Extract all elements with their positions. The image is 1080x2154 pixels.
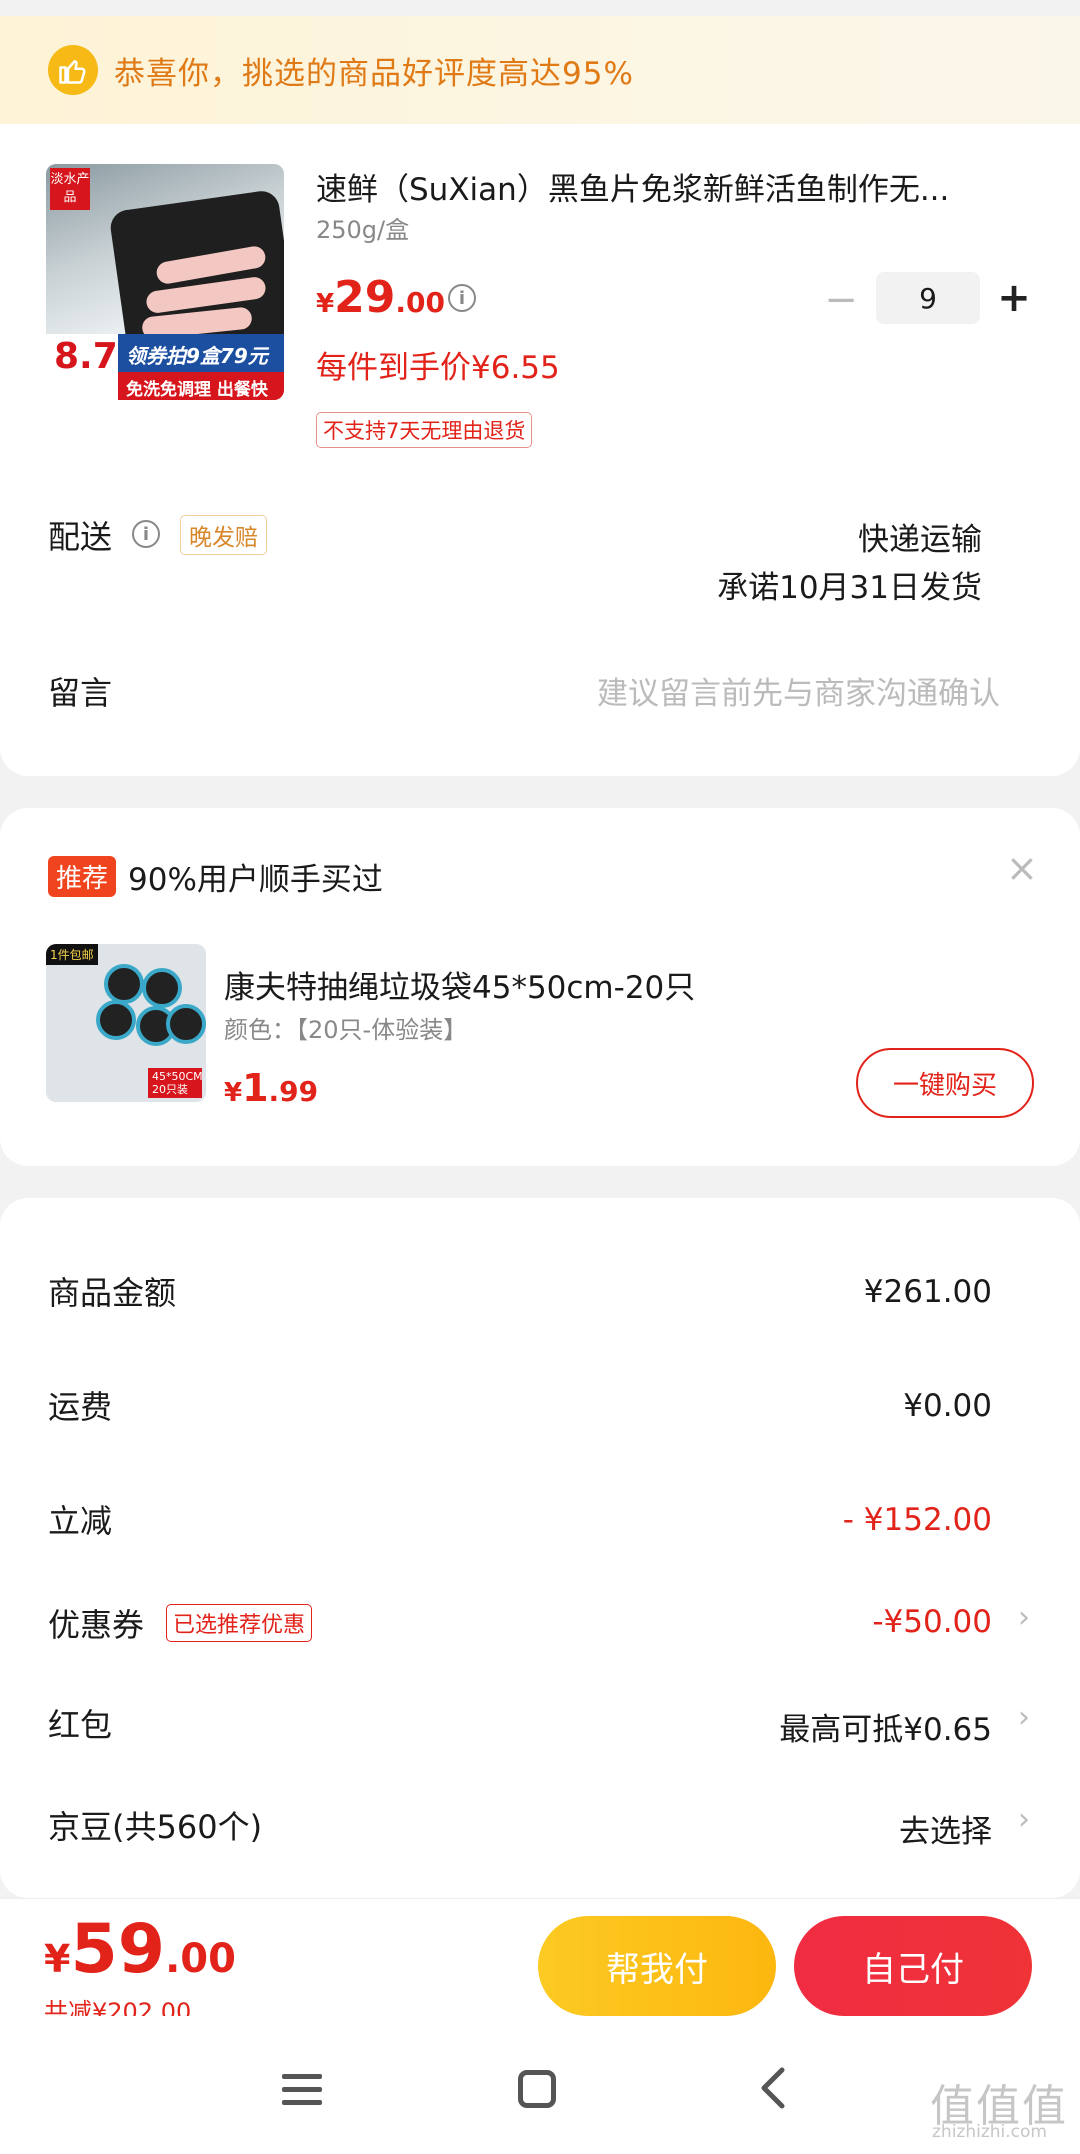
coupon-value[interactable]: -¥50.00 <box>872 1604 992 1640</box>
late-compensation-badge: 晚发赔 <box>180 515 267 555</box>
banner-text: 恭喜你，挑选的商品好评度高达95% <box>114 55 634 92</box>
recommend-tag: 推荐 <box>48 856 117 897</box>
back-icon[interactable] <box>758 2066 786 2110</box>
recommend-product-image[interactable]: 1件包邮 45*50CM 20只装 <box>46 944 206 1102</box>
image-promo-strip: 8.77 领券拍9盒79元 免洗免调理 出餐快捷 <box>46 334 284 400</box>
image-promo-line1: 领券拍9盒79元 <box>118 334 284 372</box>
red-packet-label: 红包 <box>48 1706 113 1744</box>
menu-icon[interactable] <box>282 2074 322 2110</box>
info-icon[interactable]: i <box>448 284 476 312</box>
pay-myself-button[interactable]: 自己付 <box>794 1916 1032 2016</box>
trash-bag-roll-graphic <box>104 964 144 1004</box>
quantity-increase-button[interactable]: + <box>994 275 1034 321</box>
jd-beans-label: 京豆(共560个) <box>48 1808 263 1846</box>
message-input[interactable]: 建议留言前先与商家沟通确认 <box>597 668 1000 713</box>
coupon-recommended-badge: 已选推荐优惠 <box>166 1604 313 1642</box>
quantity-input[interactable]: 9 <box>876 272 980 324</box>
trash-bag-roll-graphic <box>96 1000 136 1040</box>
chevron-right-icon[interactable]: › <box>1018 1600 1030 1635</box>
recommend-product-name[interactable]: 康夫特抽绳垃圾袋45*50cm-20只 <box>224 962 695 1007</box>
red-packet-value[interactable]: 最高可抵¥0.65 <box>779 1704 992 1749</box>
delivery-label: 配送 <box>48 518 113 556</box>
coupon-label: 优惠券 <box>48 1606 145 1644</box>
thumbs-up-icon <box>48 45 98 95</box>
home-icon[interactable] <box>518 2070 556 2108</box>
goods-amount-value: ¥261.00 <box>863 1274 992 1310</box>
delivery-method[interactable]: 快递运输 <box>858 514 982 559</box>
image-promo-line2: 免洗免调理 出餐快捷 <box>118 372 284 400</box>
delivery-promise: 承诺10月31日发货 <box>717 570 982 606</box>
goods-amount-label: 商品金额 <box>48 1274 177 1312</box>
product-spec: 250g/盒 <box>316 216 410 244</box>
chevron-right-icon[interactable]: › <box>1018 1700 1030 1735</box>
product-price: ¥ 29 .00 <box>316 272 445 323</box>
total-price: ¥ 59 .00 <box>44 1910 236 1989</box>
shipping-fee-value: ¥0.00 <box>903 1388 992 1424</box>
unit-price: 每件到手价¥6.55 <box>316 350 560 386</box>
instant-discount-value: - ¥152.00 <box>842 1502 992 1538</box>
free-shipping-badge: 1件包邮 <box>46 944 98 965</box>
one-click-buy-button[interactable]: 一键购买 <box>856 1048 1034 1118</box>
recommend-title: 90%用户顺手买过 <box>128 862 383 898</box>
product-title[interactable]: 速鲜（SuXian）黑鱼片免浆新鲜活鱼制作无... <box>316 164 1016 209</box>
shipping-fee-label: 运费 <box>48 1388 113 1426</box>
message-label: 留言 <box>48 674 113 712</box>
recommend-product-price: ¥ 1 .99 <box>224 1066 319 1110</box>
trash-bag-roll-graphic <box>142 968 182 1008</box>
product-image[interactable]: 淡水产品 8.77 领券拍9盒79元 免洗免调理 出餐快捷 <box>46 164 284 400</box>
return-policy-badge: 不支持7天无理由退货 <box>316 412 533 448</box>
jd-beans-value[interactable]: 去选择 <box>899 1806 992 1851</box>
quantity-decrease-button[interactable]: − <box>822 277 860 323</box>
chevron-right-icon[interactable]: › <box>1018 1802 1030 1837</box>
delivery-info-icon[interactable]: i <box>132 520 160 548</box>
praise-banner: 恭喜你，挑选的商品好评度高达95% <box>0 16 1080 124</box>
pay-for-me-button[interactable]: 帮我付 <box>538 1916 776 2016</box>
recommend-product-spec: 颜色：【20只-体验装】 <box>224 1016 468 1044</box>
image-size-caption: 45*50CM 20只装 <box>148 1068 203 1098</box>
freshwater-tag: 淡水产品 <box>50 168 90 210</box>
close-icon[interactable]: × <box>1006 846 1038 890</box>
instant-discount-label: 立减 <box>48 1502 113 1540</box>
watermark-url: zhizhizhi.com <box>932 2122 1047 2142</box>
trash-bag-roll-graphic <box>166 1004 206 1044</box>
